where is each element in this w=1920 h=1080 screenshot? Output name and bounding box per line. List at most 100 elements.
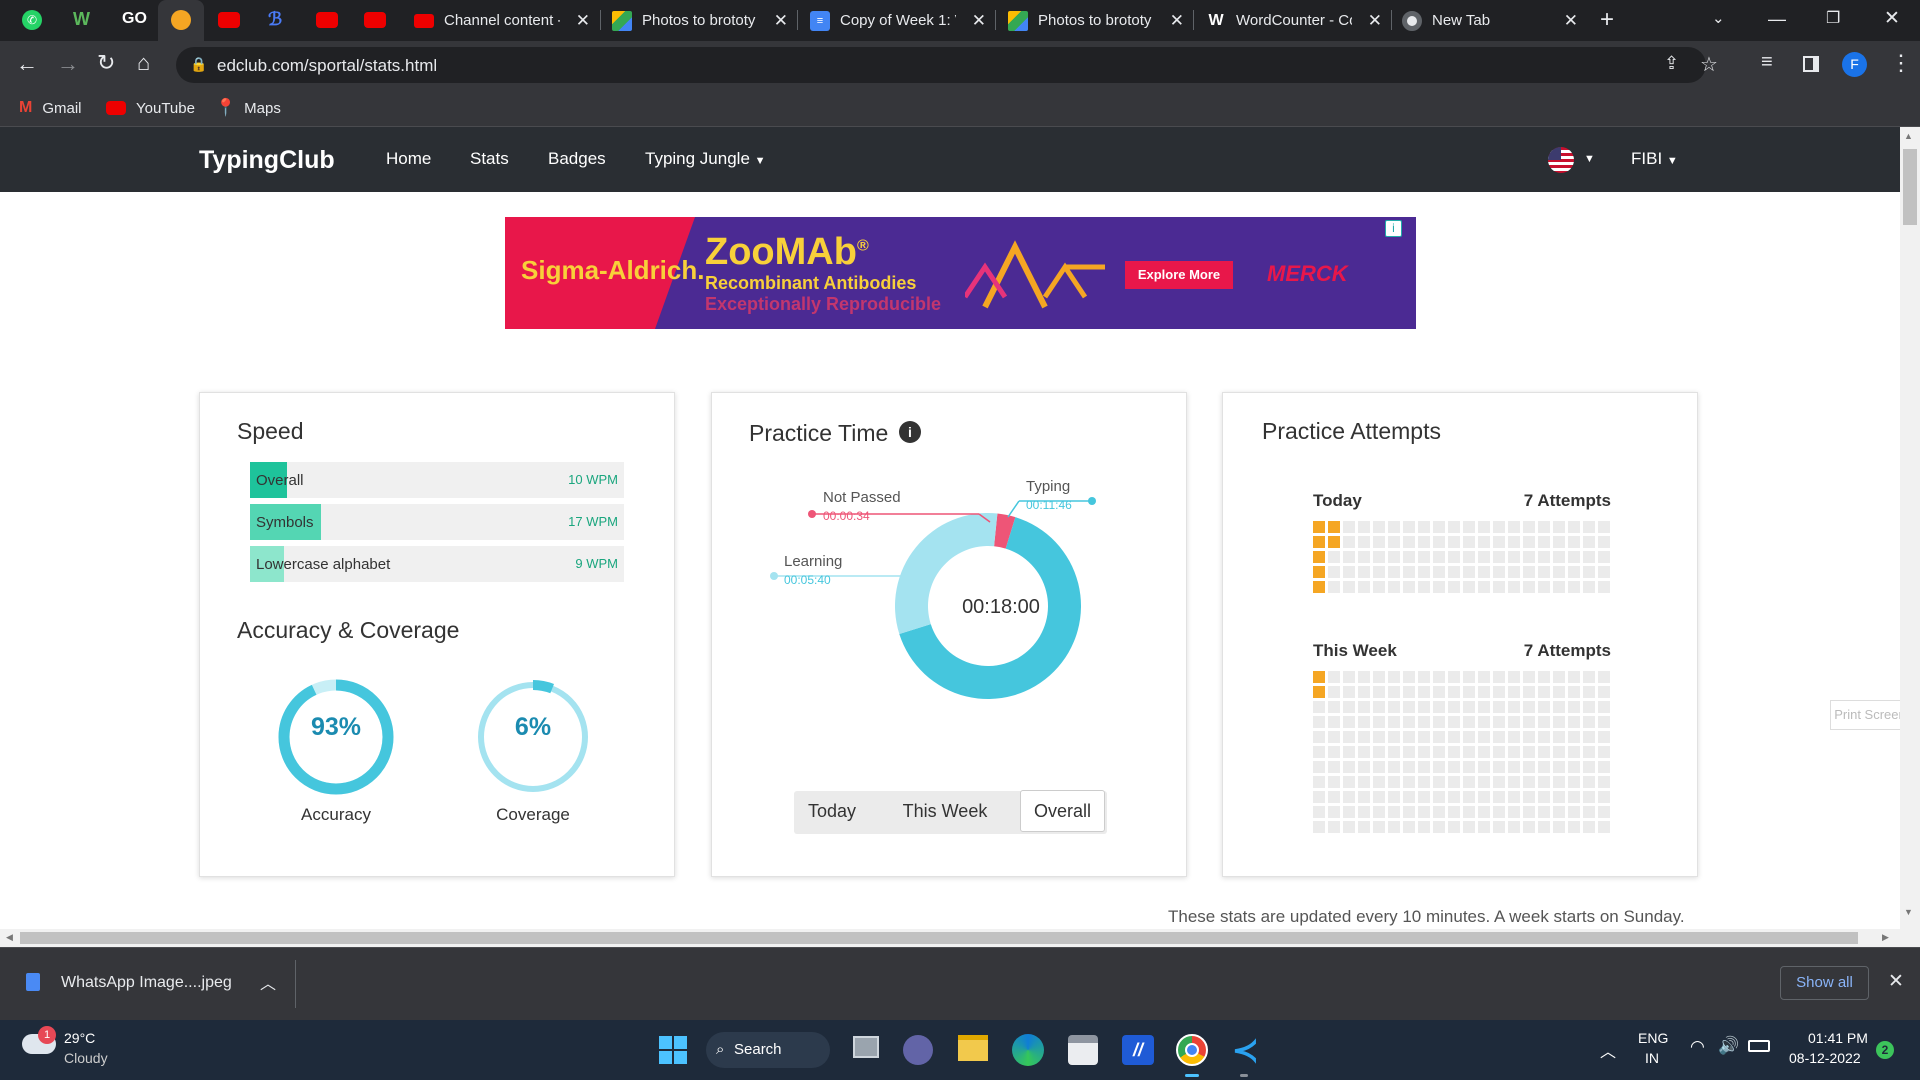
attempt-cell <box>1523 731 1535 743</box>
user-menu[interactable]: FIBI ▼ <box>1631 149 1678 169</box>
tab-photos-1[interactable]: Photos to brototy ✕ <box>612 0 798 41</box>
windows-start-icon[interactable] <box>659 1036 687 1064</box>
taskbar-search[interactable]: ⌕ Search <box>706 1032 830 1068</box>
home-icon[interactable]: ⌂ <box>137 50 150 76</box>
tab-copy-week[interactable]: ≡ Copy of Week 1: V ✕ <box>810 0 996 41</box>
tray-chevron-icon[interactable]: ︿ <box>1600 1038 1616 1062</box>
close-icon[interactable]: ✕ <box>1368 11 1382 31</box>
chrome-taskbar-icon[interactable] <box>1176 1034 1208 1066</box>
language-primary[interactable]: ENG <box>1638 1030 1668 1046</box>
address-bar[interactable]: 🔒 edclub.com/sportal/stats.html ⇪ ☆ <box>176 47 1718 83</box>
close-icon[interactable]: ✕ <box>1564 11 1578 31</box>
tab-search-chevron-icon[interactable]: ⌄ <box>1712 9 1725 27</box>
restore-icon[interactable]: ❐ <box>1826 8 1840 28</box>
close-icon[interactable]: ✕ <box>972 11 986 31</box>
url-text[interactable]: edclub.com/sportal/stats.html <box>217 56 437 76</box>
tab-channel-content[interactable]: Channel content - ✕ <box>414 0 600 41</box>
bookmark-maps[interactable]: 📍 Maps <box>215 89 281 127</box>
tab-wordcounter[interactable]: W WordCounter - Co ✕ <box>1206 0 1392 41</box>
nav-stats[interactable]: Stats <box>470 149 509 169</box>
wifi-icon[interactable]: ◠ <box>1690 1037 1705 1057</box>
edge-icon[interactable] <box>1012 1034 1044 1066</box>
scroll-up-icon[interactable]: ▲ <box>1904 131 1913 141</box>
speed-row-overall[interactable]: Overall 10 WPM <box>250 462 624 498</box>
brand-logo[interactable]: TypingClub <box>199 146 335 175</box>
goodreads-tab-icon[interactable]: GO <box>122 10 147 28</box>
window-close-icon[interactable]: ✕ <box>1884 7 1900 30</box>
media-queue-icon[interactable]: ≡ <box>1761 51 1773 74</box>
scroll-down-icon[interactable]: ▼ <box>1904 907 1913 917</box>
horizontal-scrollbar[interactable]: ◀ ▶ <box>0 929 1900 947</box>
b-tab-icon[interactable]: ℬ <box>268 9 282 30</box>
vscode-icon[interactable]: ≺ <box>1232 1034 1259 1066</box>
youtube-tab-icon[interactable] <box>218 12 240 28</box>
vertical-scrollbar[interactable]: ▲ ▼ <box>1900 127 1920 947</box>
profile-avatar[interactable]: F <box>1842 52 1867 77</box>
tab-photos-2[interactable]: Photos to brototy ✕ <box>1008 0 1194 41</box>
nav-badges[interactable]: Badges <box>548 149 606 169</box>
tab-new-tab[interactable]: New Tab ✕ <box>1402 0 1588 41</box>
battery-icon[interactable] <box>1748 1040 1770 1052</box>
speed-row-lowercase[interactable]: Lowercase alphabet 9 WPM <box>250 546 624 582</box>
show-all-button[interactable]: Show all <box>1780 966 1869 1000</box>
close-icon[interactable]: ✕ <box>1170 11 1184 31</box>
close-icon[interactable]: ✕ <box>576 11 590 31</box>
filter-this-week[interactable]: This Week <box>880 790 1010 832</box>
nav-typing-jungle[interactable]: Typing Jungle ▼ <box>645 149 766 169</box>
close-icon[interactable]: ✕ <box>774 11 788 31</box>
ad-banner[interactable]: Sigma-Aldrich. ZooMAb® Recombinant Antib… <box>505 217 1416 329</box>
bookmark-star-icon[interactable]: ☆ <box>1700 52 1718 77</box>
active-tab[interactable] <box>158 0 204 41</box>
editor-app-icon[interactable]: // <box>1122 1035 1154 1065</box>
chevron-up-icon[interactable]: ︿ <box>260 970 276 994</box>
volume-icon[interactable]: 🔊 <box>1718 1036 1739 1056</box>
attempt-cell <box>1313 566 1325 578</box>
us-flag-icon[interactable] <box>1548 147 1574 173</box>
scroll-thumb[interactable] <box>1903 149 1917 225</box>
language-caret-icon[interactable]: ▼ <box>1584 153 1595 165</box>
language-secondary[interactable]: IN <box>1645 1050 1659 1066</box>
attempt-cell <box>1598 761 1610 773</box>
download-item[interactable]: WhatsApp Image....jpeg <box>61 974 232 992</box>
teams-chat-icon[interactable] <box>903 1035 933 1065</box>
attempt-cell <box>1448 746 1460 758</box>
attempt-cell <box>1463 551 1475 563</box>
attempt-cell <box>1598 746 1610 758</box>
close-downloads-icon[interactable]: ✕ <box>1888 970 1904 993</box>
filter-overall[interactable]: Overall <box>1020 790 1105 832</box>
reload-icon[interactable]: ↻ <box>97 50 115 76</box>
youtube-tab-icon[interactable] <box>364 12 386 28</box>
forward-icon[interactable]: → <box>57 51 79 77</box>
task-view-icon[interactable] <box>853 1036 879 1058</box>
side-panel-icon[interactable] <box>1803 56 1819 72</box>
nav-home[interactable]: Home <box>386 149 431 169</box>
weather-temp[interactable]: 29°C <box>64 1030 95 1046</box>
new-tab-plus-icon[interactable]: + <box>1600 6 1614 34</box>
youtube-tab-icon[interactable] <box>316 12 338 28</box>
ad-info-icon[interactable]: i <box>1385 220 1402 237</box>
attempt-cell <box>1463 686 1475 698</box>
speed-row-symbols[interactable]: Symbols 17 WPM <box>250 504 624 540</box>
file-explorer-icon[interactable] <box>958 1035 988 1061</box>
share-icon[interactable]: ⇪ <box>1664 53 1679 74</box>
hscroll-thumb[interactable] <box>20 932 1858 944</box>
notification-badge[interactable]: 2 <box>1876 1041 1894 1059</box>
not-passed-label: Not Passed <box>823 489 901 506</box>
scroll-left-icon[interactable]: ◀ <box>6 932 13 943</box>
whatsapp-tab-icon[interactable]: ✆ <box>22 10 42 30</box>
attempt-cell <box>1433 746 1445 758</box>
w-tab-icon[interactable]: W <box>73 9 90 30</box>
print-screen-button[interactable]: Print Screen <box>1830 700 1910 730</box>
menu-kebab-icon[interactable]: ⋮ <box>1890 50 1912 76</box>
minimize-icon[interactable]: — <box>1768 9 1786 30</box>
filter-today[interactable]: Today <box>793 790 871 832</box>
ad-cta-button[interactable]: Explore More <box>1125 261 1233 289</box>
bookmark-youtube[interactable]: YouTube <box>106 89 195 127</box>
back-icon[interactable]: ← <box>16 51 38 77</box>
clock-time[interactable]: 01:41 PM <box>1808 1030 1868 1046</box>
scroll-right-icon[interactable]: ▶ <box>1882 932 1889 943</box>
weather-desc[interactable]: Cloudy <box>64 1050 108 1066</box>
clock-date[interactable]: 08-12-2022 <box>1789 1050 1861 1066</box>
store-icon[interactable] <box>1068 1035 1098 1065</box>
bookmark-gmail[interactable]: M Gmail <box>19 89 82 127</box>
